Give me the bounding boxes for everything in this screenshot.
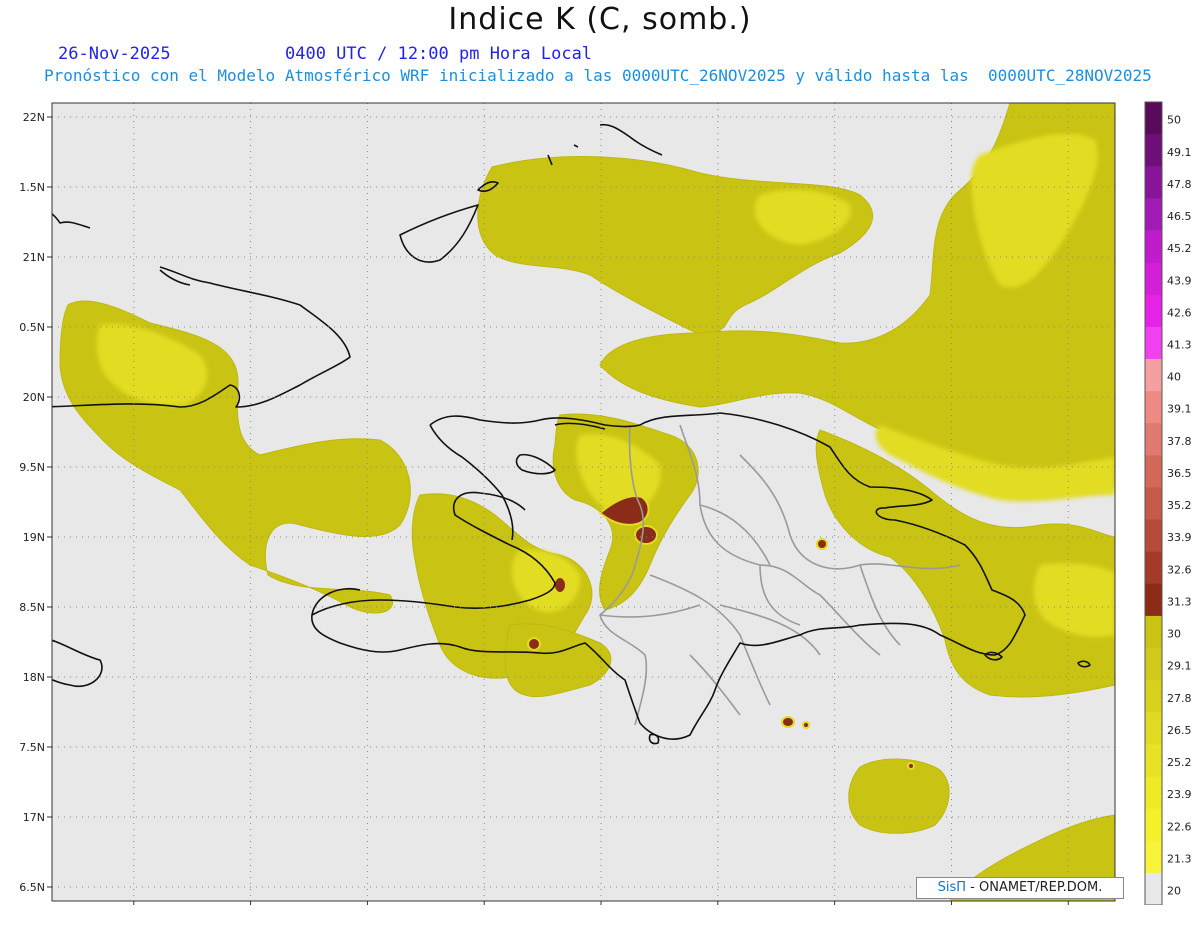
color-bar-swatch (1145, 423, 1162, 456)
lat-tick-label: 9.5N (19, 461, 45, 474)
color-bar-swatch (1145, 198, 1162, 231)
color-bar-label: 40 (1167, 371, 1181, 384)
color-bar-label: 36.5 (1167, 467, 1192, 480)
color-bar-swatch (1145, 166, 1162, 199)
color-bar-label: 47.8 (1167, 178, 1192, 191)
color-bar-swatch (1145, 134, 1162, 167)
color-bar-swatch (1145, 583, 1162, 617)
color-bar-swatch (1145, 808, 1162, 842)
forecast-date: 26-Nov-2025 (58, 44, 171, 64)
credit-brand: SisΠ (937, 880, 967, 895)
lat-tick-label: 22N (23, 111, 45, 124)
color-bar-label: 33.9 (1167, 531, 1192, 544)
color-bar-label: 45.2 (1167, 242, 1192, 255)
color-bar-label: 41.3 (1167, 339, 1192, 352)
color-bar-swatch (1145, 840, 1162, 874)
color-bar-swatch (1145, 712, 1162, 745)
longitude-axis: 76W75W74W73W72W71W70W69W68W (133, 901, 1069, 905)
credit-badge: SisΠ - ONAMET/REP.DOM. (916, 877, 1124, 899)
color-bar-swatch (1145, 230, 1162, 264)
color-bar-label: 42.6 (1167, 306, 1192, 319)
color-bar-label: 23.9 (1167, 788, 1192, 801)
latitude-axis: 22N 1.5N 21N 0.5N 20N 9.5N 19N 8.5N 18N 7.5N 17N 6.… (19, 111, 52, 894)
color-bar-swatch (1145, 102, 1162, 135)
color-bar-label: 49.1 (1167, 146, 1192, 159)
credit-text: - ONAMET/REP.DOM. (966, 880, 1103, 895)
forecast-description: Pronóstico con el Modelo Atmosférico WRF… (44, 66, 1152, 85)
color-bar-label: 26.5 (1167, 724, 1192, 737)
lat-tick-label: 7.5N (19, 741, 45, 754)
lat-tick-label: 6.5N (19, 881, 45, 894)
color-bar-swatch (1145, 391, 1162, 424)
k-index-map: 22N 1.5N 21N 0.5N 20N 9.5N 19N 8.5N 18N 7.5N 17N 6.… (19, 101, 1192, 905)
color-bar-swatch (1145, 487, 1162, 521)
color-bar-swatch (1145, 294, 1162, 328)
lat-tick-label: 0.5N (19, 321, 45, 334)
color-bar-label: 35.2 (1167, 499, 1192, 512)
color-bar-label: 37.8 (1167, 435, 1192, 448)
lat-tick-label: 19N (23, 531, 45, 544)
lat-tick-label: 18N (23, 671, 45, 684)
color-bar-swatch (1145, 744, 1162, 778)
color-bar-label: 39.1 (1167, 403, 1192, 416)
color-bar-swatch (1145, 776, 1162, 810)
color-bar-label: 31.3 (1167, 595, 1192, 608)
color-bar-label: 27.8 (1167, 692, 1192, 705)
color-bar-label: 21.3 (1167, 852, 1192, 865)
color-bar-swatch (1145, 615, 1162, 649)
color-bar: 50 49.1 47.8 46.5 45.2 43.9 42.6 41.3 40 39.1 37.8… (1144, 101, 1192, 905)
color-bar-swatch (1145, 358, 1162, 392)
color-bar-swatch (1145, 455, 1162, 488)
color-bar-swatch (1145, 680, 1162, 713)
color-bar-label: 29.1 (1167, 660, 1192, 673)
color-bar-swatch (1145, 551, 1162, 585)
color-bar-label: 32.6 (1167, 563, 1192, 576)
color-bar-label: 20 (1167, 885, 1181, 898)
color-bar-swatch (1145, 872, 1162, 905)
color-bar-label: 25.2 (1167, 756, 1192, 769)
lat-tick-label: 17N (23, 811, 45, 824)
color-bar-swatch (1145, 326, 1162, 360)
field-area-south-small (848, 758, 950, 834)
color-bar-swatch (1145, 519, 1162, 553)
color-bar-swatch (1145, 262, 1162, 296)
lat-tick-label: 1.5N (19, 181, 45, 194)
color-bar-label: 22.6 (1167, 820, 1192, 833)
color-bar-label: 43.9 (1167, 274, 1192, 287)
color-bar-label: 30 (1167, 628, 1181, 641)
color-bar-swatch (1145, 648, 1162, 681)
lat-tick-label: 8.5N (19, 601, 45, 614)
color-bar-label: 46.5 (1167, 210, 1192, 223)
forecast-time: 0400 UTC / 12:00 pm Hora Local (285, 44, 593, 64)
lat-tick-label: 21N (23, 251, 45, 264)
lat-tick-label: 20N (23, 391, 45, 404)
chart-title: Indice K (C, somb.) (448, 2, 752, 37)
color-bar-label: 50 (1167, 114, 1181, 127)
